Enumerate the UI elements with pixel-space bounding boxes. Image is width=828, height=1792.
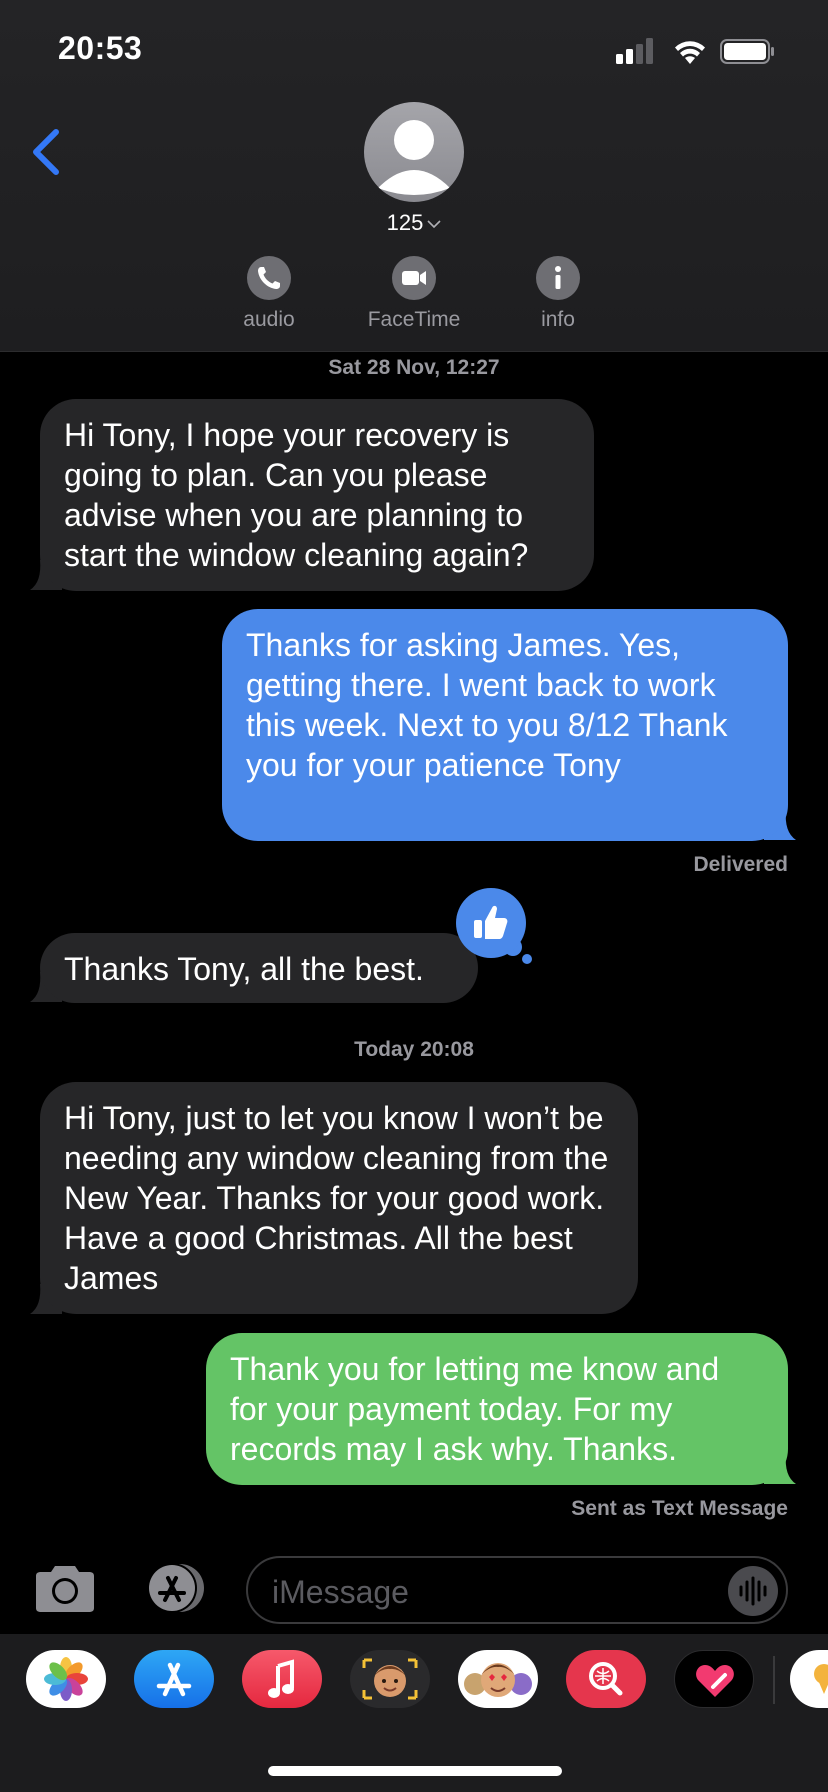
animoji-app-icon[interactable]: [458, 1650, 538, 1708]
maps-app-icon[interactable]: [790, 1650, 828, 1708]
timestamp: Sat 28 Nov, 12:27: [328, 356, 500, 379]
info-label: info: [541, 308, 575, 331]
camera-icon[interactable]: [32, 1564, 98, 1614]
audio-call-button[interactable]: audio: [199, 256, 339, 332]
delivery-status: Delivered: [693, 853, 788, 876]
app-store-icon[interactable]: [134, 1650, 214, 1708]
facetime-button[interactable]: FaceTime: [344, 256, 484, 332]
music-app-icon[interactable]: [242, 1650, 322, 1708]
conversation-header: 20:53 125 audio FaceTime info: [0, 0, 828, 352]
message-input-field[interactable]: [246, 1556, 788, 1624]
audio-message-button[interactable]: [728, 1566, 778, 1616]
search-images-icon[interactable]: [566, 1650, 646, 1708]
message-text: Thanks for asking James. Yes, getting th…: [246, 627, 728, 783]
message-text: Thank you for letting me know and for yo…: [230, 1351, 720, 1467]
timestamp: Today 20:08: [354, 1038, 474, 1061]
message-text: Hi Tony, I hope your recovery is going t…: [64, 417, 529, 573]
facetime-label: FaceTime: [367, 308, 461, 331]
cellular-signal-icon: [616, 38, 653, 64]
incoming-message[interactable]: Thanks Tony, all the best.: [40, 933, 478, 1003]
info-icon: [555, 266, 561, 289]
digital-touch-icon[interactable]: [674, 1650, 754, 1708]
message-text: Hi Tony, just to let you know I won’t be…: [64, 1100, 609, 1296]
waveform-icon: [739, 1576, 767, 1606]
status-time: 20:53: [58, 30, 143, 66]
imessage-input[interactable]: [272, 1570, 692, 1614]
app-store-button[interactable]: [138, 1562, 212, 1614]
thumbs-up-icon: [474, 905, 508, 939]
compose-bar: [0, 1540, 828, 1636]
memoji-app-icon[interactable]: [350, 1650, 430, 1708]
incoming-message[interactable]: Hi Tony, I hope your recovery is going t…: [40, 399, 594, 591]
audio-label: audio: [243, 308, 295, 331]
wifi-icon: [675, 41, 705, 64]
drawer-divider: [773, 1656, 775, 1704]
contact-name-button[interactable]: 125: [0, 210, 828, 236]
battery-icon: [720, 39, 774, 64]
message-text: Thanks Tony, all the best.: [64, 951, 424, 987]
outgoing-sms[interactable]: Thank you for letting me know and for yo…: [206, 1333, 788, 1485]
send-status: Sent as Text Message: [571, 1497, 788, 1520]
chevron-down-icon: [427, 220, 441, 229]
info-button[interactable]: info: [488, 256, 628, 332]
phone-icon: [258, 267, 280, 289]
tapback-reaction[interactable]: [456, 888, 526, 958]
home-indicator[interactable]: [268, 1766, 562, 1776]
photos-app-icon[interactable]: [26, 1650, 106, 1708]
status-icons: [616, 38, 774, 64]
back-button[interactable]: [24, 122, 74, 182]
outgoing-imessage[interactable]: Thanks for asking James. Yes, getting th…: [222, 609, 788, 841]
contact-name: 125: [386, 210, 424, 235]
person-icon: [378, 120, 450, 195]
incoming-message[interactable]: Hi Tony, just to let you know I won’t be…: [40, 1082, 638, 1314]
contact-avatar[interactable]: [364, 102, 464, 202]
video-camera-icon: [402, 271, 426, 285]
